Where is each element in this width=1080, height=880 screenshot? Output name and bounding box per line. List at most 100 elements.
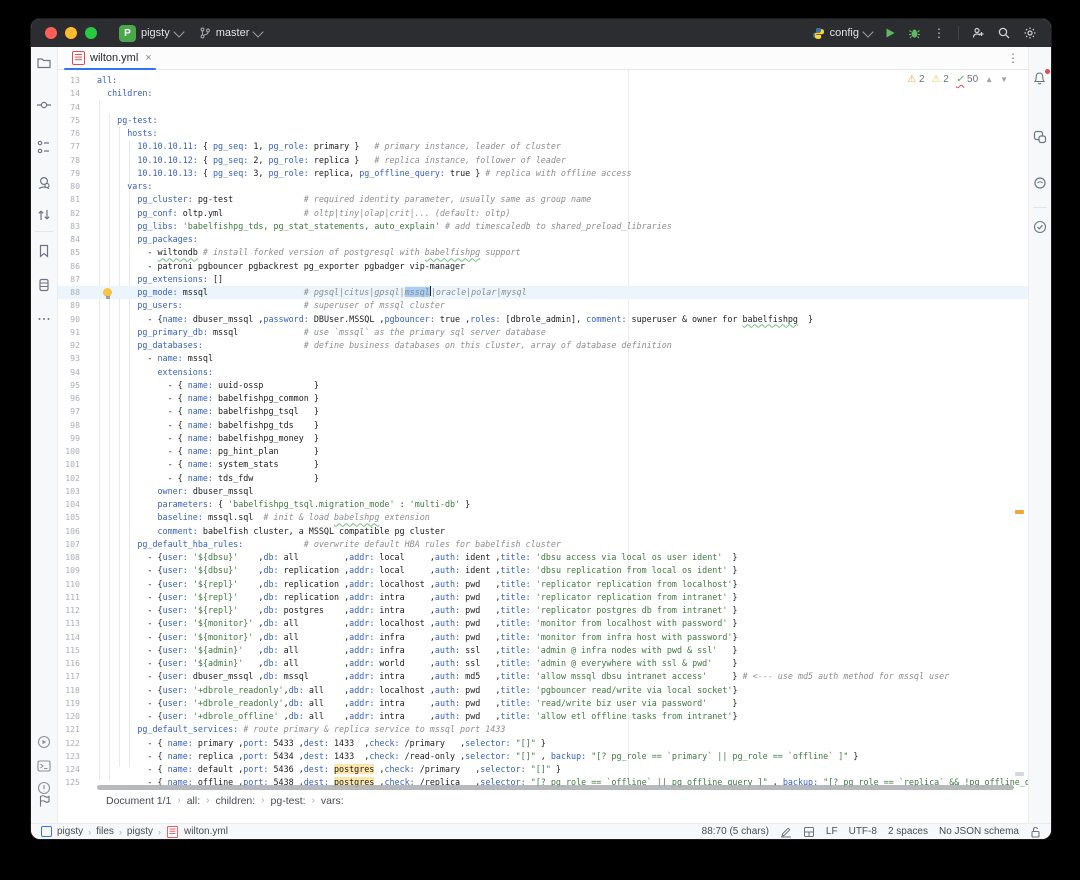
code-line-80[interactable]: 80 vars: [58, 180, 1028, 193]
code-line-116[interactable]: 116 - {user: '${admin}' ,db: all ,addr: … [58, 657, 1028, 670]
line-number[interactable]: 119 [58, 697, 80, 710]
line-number[interactable]: 86 [58, 260, 80, 273]
code-line-99[interactable]: 99 - { name: babelfishpg_money } [58, 432, 1028, 445]
code-line-122[interactable]: 122 - { name: primary ,port: 5433 ,dest:… [58, 737, 1028, 750]
code-line-123[interactable]: 123 - { name: replica ,port: 5434 ,dest:… [58, 750, 1028, 763]
code-line-118[interactable]: 118 - {user: '+dbrole_readonly',db: all … [58, 684, 1028, 697]
code-line-98[interactable]: 98 - { name: babelfishpg_tds } [58, 419, 1028, 432]
code-line-94[interactable]: 94 extensions: [58, 366, 1028, 379]
code-line-101[interactable]: 101 - { name: system_stats } [58, 458, 1028, 471]
line-number[interactable]: 105 [58, 511, 80, 524]
code-line-93[interactable]: 93 - name: mssql [58, 352, 1028, 365]
notifications-bell-icon[interactable] [1032, 69, 1050, 87]
code-line-92[interactable]: 92 pg_databases: # define business datab… [58, 339, 1028, 352]
line-number[interactable]: 92 [58, 339, 80, 352]
line-number[interactable]: 94 [58, 366, 80, 379]
minimize-window-button[interactable] [65, 27, 77, 39]
line-number[interactable]: 109 [58, 564, 80, 577]
code-line-103[interactable]: 103 owner: dbuser_mssql [58, 485, 1028, 498]
settings-gear-icon[interactable] [1023, 26, 1037, 40]
database-tool-icon[interactable] [36, 277, 52, 293]
line-number[interactable]: 116 [58, 657, 80, 670]
line-number[interactable]: 106 [58, 525, 80, 538]
line-number[interactable]: 111 [58, 591, 80, 604]
code-line-114[interactable]: 114 - {user: '${monitor}' ,db: all ,addr… [58, 631, 1028, 644]
close-tab-icon[interactable]: × [145, 52, 151, 64]
line-number[interactable]: 95 [58, 379, 80, 392]
line-number[interactable]: 108 [58, 551, 80, 564]
line-number[interactable]: 97 [58, 405, 80, 418]
inspections-widget[interactable]: ⚠ 2 ⚠ 2 ✓ 50 ▲ ▼ [903, 73, 1012, 86]
caret-position[interactable]: 88:70 (5 chars) [702, 826, 769, 837]
project-widget[interactable]: P pigsty [119, 24, 185, 42]
line-number[interactable]: 120 [58, 710, 80, 723]
code-line-117[interactable]: 117 - {user: dbuser_mssql ,db: mssql ,ad… [58, 670, 1028, 683]
unlock-icon[interactable] [1030, 826, 1041, 838]
code-line-74[interactable]: 74 [58, 101, 1028, 114]
more-tools-icon[interactable] [36, 311, 52, 327]
line-number[interactable]: 77 [58, 140, 80, 153]
intention-bulb-icon[interactable] [103, 288, 112, 299]
line-number[interactable]: 80 [58, 180, 80, 193]
line-number[interactable]: 89 [58, 299, 80, 312]
line-number[interactable]: 79 [58, 167, 80, 180]
gradle-tool-icon[interactable] [1032, 175, 1048, 191]
status-path-pigsty[interactable]: pigsty [127, 826, 153, 837]
code-line-87[interactable]: 87 pg_extensions: [] [58, 273, 1028, 286]
previous-problem-icon[interactable]: ▲ [985, 75, 993, 84]
zoom-window-button[interactable] [85, 27, 97, 39]
code-line-95[interactable]: 95 - { name: uuid-ossp } [58, 379, 1028, 392]
line-number[interactable]: 100 [58, 445, 80, 458]
line-number[interactable]: 118 [58, 684, 80, 697]
code-line-109[interactable]: 109 - {user: '${dbsu}' ,db: replication … [58, 564, 1028, 577]
line-number[interactable]: 124 [58, 763, 80, 776]
todo-flag-icon[interactable] [37, 794, 51, 808]
code-line-115[interactable]: 115 - {user: '${admin}' ,db: all ,addr: … [58, 644, 1028, 657]
line-number[interactable]: 75 [58, 114, 80, 127]
line-number[interactable]: 115 [58, 644, 80, 657]
line-number[interactable]: 87 [58, 273, 80, 286]
line-number[interactable]: 82 [58, 207, 80, 220]
tab-options-icon[interactable]: ⋮ [1007, 51, 1020, 65]
pull-requests-tool-icon[interactable] [36, 175, 52, 191]
code-line-14[interactable]: 14 children: [58, 87, 1028, 100]
code-line-102[interactable]: 102 - { name: tds_fdw } [58, 472, 1028, 485]
coverage-shield-icon[interactable] [1032, 219, 1048, 235]
status-path-files[interactable]: files [96, 826, 114, 837]
code-line-90[interactable]: 90 - {name: dbuser_mssql ,password: DBUs… [58, 313, 1028, 326]
code-line-119[interactable]: 119 - {user: '+dbrole_readonly',db: all … [58, 697, 1028, 710]
line-number[interactable]: 117 [58, 670, 80, 683]
line-number[interactable]: 104 [58, 498, 80, 511]
line-number[interactable]: 88 [58, 286, 80, 299]
tab-wilton-yml[interactable]: wilton.yml × [58, 47, 162, 70]
indent-selector[interactable]: 2 spaces [888, 826, 928, 837]
next-problem-icon[interactable]: ▼ [1000, 75, 1008, 84]
code-line-97[interactable]: 97 - { name: babelfishpg_tsql } [58, 405, 1028, 418]
run-button[interactable] [884, 27, 896, 39]
code-line-107[interactable]: 107 pg_default_hba_rules: # overwrite de… [58, 538, 1028, 551]
line-number[interactable]: 96 [58, 392, 80, 405]
line-number[interactable]: 122 [58, 737, 80, 750]
code-line-120[interactable]: 120 - {user: '+dbrole_offline' ,db: all … [58, 710, 1028, 723]
line-number[interactable]: 103 [58, 485, 80, 498]
line-number[interactable]: 91 [58, 326, 80, 339]
line-number[interactable]: 93 [58, 352, 80, 365]
search-icon[interactable] [997, 26, 1011, 40]
error-stripe-warning-mark[interactable] [1015, 510, 1024, 514]
line-number[interactable]: 102 [58, 472, 80, 485]
pencil-icon[interactable] [780, 826, 792, 838]
code-line-77[interactable]: 77 10.10.10.11: { pg_seq: 1, pg_role: pr… [58, 140, 1028, 153]
line-number[interactable]: 114 [58, 631, 80, 644]
more-actions-icon[interactable]: ⋮ [933, 26, 946, 40]
code-line-121[interactable]: 121 pg_default_services: # route primary… [58, 723, 1028, 736]
close-window-button[interactable] [45, 27, 57, 39]
code-line-89[interactable]: 89 pg_users: # superuser of mssql cluste… [58, 299, 1028, 312]
code-line-85[interactable]: 85 - wiltondb # install forked version o… [58, 246, 1028, 259]
code-line-88[interactable]: 88 pg_mode: mssql # pgsql|citus|gpsql|ms… [58, 286, 1028, 300]
breadcrumb-vars[interactable]: vars: [321, 795, 344, 807]
line-number[interactable]: 110 [58, 578, 80, 591]
schema-selector[interactable]: No JSON schema [939, 826, 1019, 837]
code-with-me-icon[interactable] [971, 26, 985, 40]
breadcrumb-all[interactable]: all: [187, 795, 200, 807]
code-line-112[interactable]: 112 - {user: '${repl}' ,db: postgres ,ad… [58, 604, 1028, 617]
